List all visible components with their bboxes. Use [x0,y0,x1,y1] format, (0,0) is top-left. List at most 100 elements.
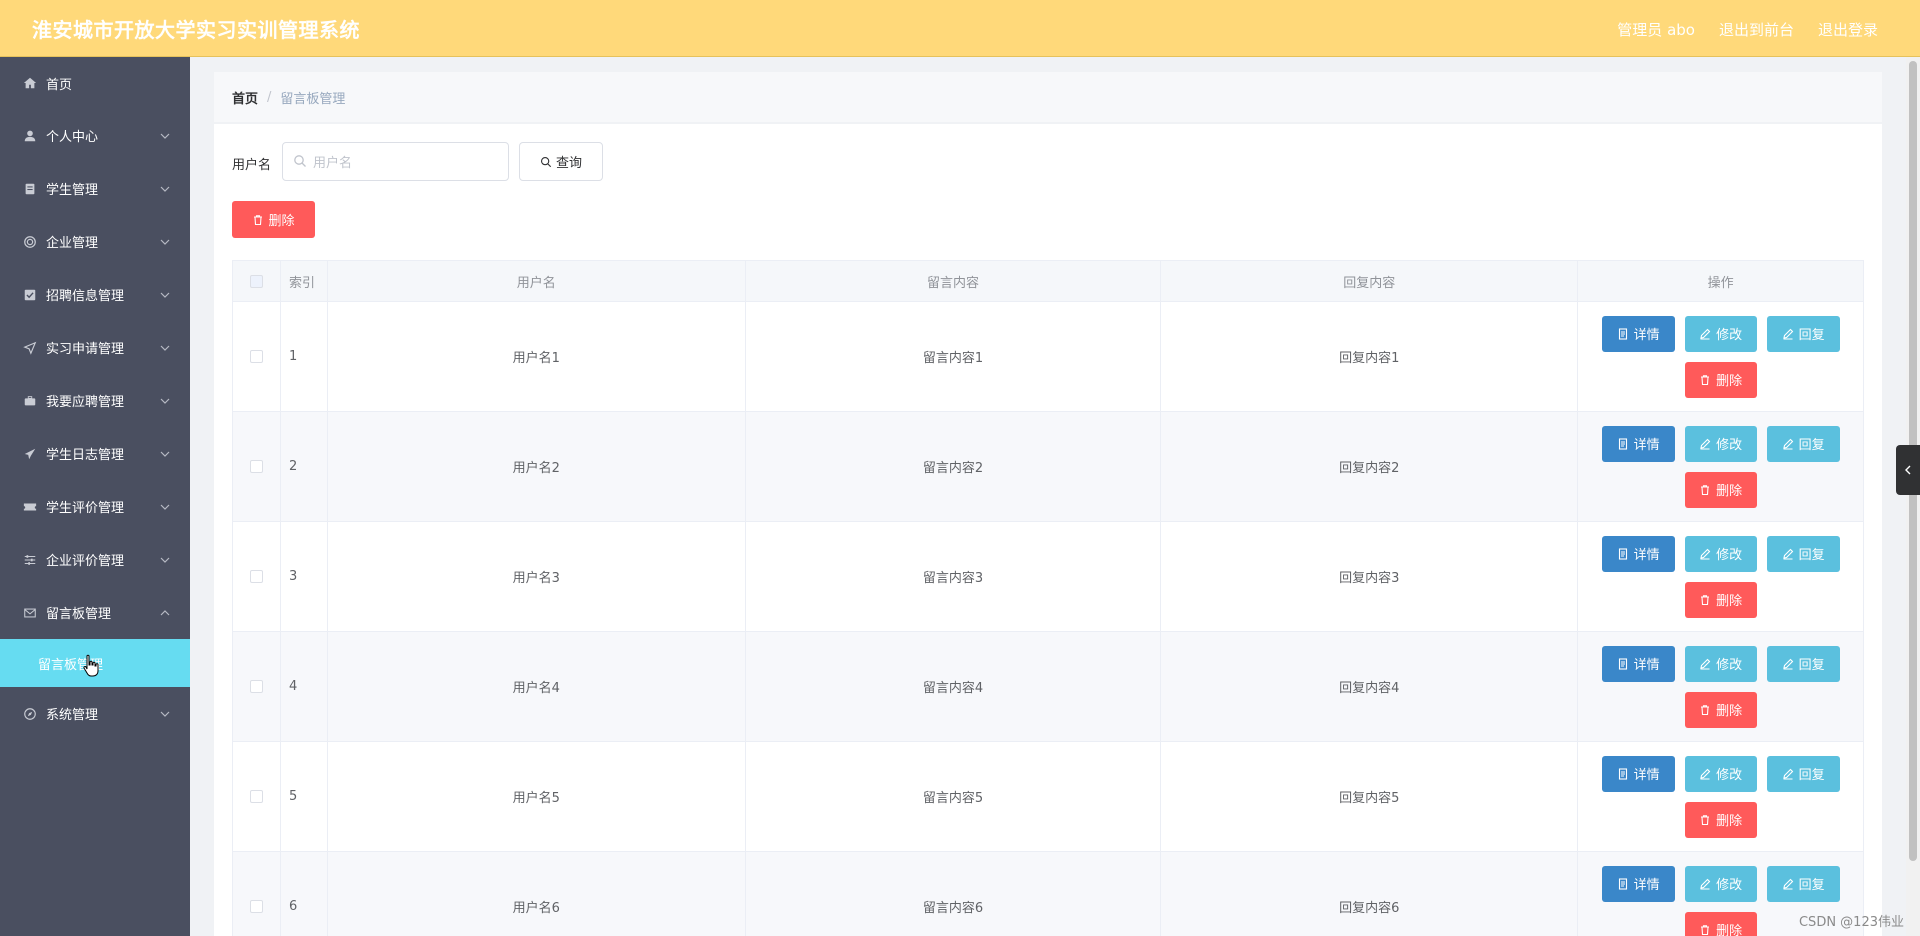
pencil-icon [1700,878,1711,890]
detail-button[interactable]: 详情 [1601,535,1675,572]
sidebar-item-company-mgmt[interactable]: 企业管理 [0,215,190,268]
row-content: 留言内容6 [746,852,1162,936]
reply-button[interactable]: 回复 [1766,425,1840,462]
trash-icon [1701,814,1710,825]
batch-delete-button[interactable]: 删除 [232,201,315,238]
document-icon [1618,767,1627,780]
sidebar-item-label: 学生日志管理 [46,448,125,463]
edit-label: 修改 [1716,548,1743,563]
edit-label: 修改 [1716,768,1743,783]
edit-button[interactable]: 修改 [1684,535,1757,572]
sidebar-item-system-mgmt[interactable]: 系统管理 [0,687,190,740]
delete-button[interactable]: 删除 [1684,471,1757,508]
row-index: 6 [281,852,328,936]
chevron-down-icon [160,555,170,565]
row-checkbox[interactable] [249,350,263,363]
delete-label: 删除 [1716,484,1743,499]
suitcase-icon [22,393,38,409]
edit-button[interactable]: 修改 [1684,425,1757,462]
detail-button[interactable]: 详情 [1601,425,1675,462]
row-content: 留言内容4 [746,632,1162,741]
reply-button[interactable]: 回复 [1766,535,1840,572]
edit-label: 修改 [1716,328,1743,343]
app-title: 淮安城市开放大学实习实训管理系统 [32,18,360,42]
home-icon [22,75,38,91]
sidebar-item-apply-job-mgmt[interactable]: 我要应聘管理 [0,374,190,427]
row-content: 留言内容2 [746,412,1162,521]
sidebar-item-recruit-info-mgmt[interactable]: 招聘信息管理 [0,268,190,321]
detail-button[interactable]: 详情 [1601,865,1675,902]
message-table: 索引 用户名 留言内容 回复内容 操作 1 用户名1 留言内容1 回复内容1 详… [232,260,1864,936]
row-content: 留言内容5 [746,742,1162,851]
watermark: CSDN @123伟业 [1798,915,1904,930]
sidebar-item-personal-center[interactable]: 个人中心 [0,109,190,162]
row-index: 3 [281,522,328,631]
exit-to-front-link[interactable]: 退出到前台 [1719,19,1794,40]
page-scrollbar[interactable] [1906,57,1920,936]
username-search-input[interactable]: 用户名 [282,142,509,181]
sidebar-item-label: 招聘信息管理 [46,289,125,304]
row-content: 留言内容1 [746,302,1162,411]
row-index: 4 [281,632,328,741]
breadcrumb-home[interactable]: 首页 [232,88,258,107]
sidebar: 首页 个人中心 学生管理 企业管理 招聘信息管理 实习申请管理 我要应聘管理 学… [0,57,190,936]
detail-label: 详情 [1633,548,1660,563]
row-checkbox[interactable] [249,570,263,583]
row-checkbox[interactable] [249,900,263,913]
search-icon [540,156,552,167]
sidebar-item-intern-apply-mgmt[interactable]: 实习申请管理 [0,321,190,374]
delete-button[interactable]: 删除 [1684,691,1757,728]
row-checkbox[interactable] [249,790,263,803]
select-all-checkbox[interactable] [249,274,263,288]
row-checkbox[interactable] [249,680,263,693]
detail-button[interactable]: 详情 [1601,645,1675,682]
reply-button[interactable]: 回复 [1766,865,1840,902]
sliders-icon [22,552,38,568]
row-checkbox[interactable] [249,460,263,473]
edit-label: 修改 [1716,438,1743,453]
pencil-icon [1782,878,1793,890]
logout-link[interactable]: 退出登录 [1818,19,1878,40]
sidebar-item-student-log-mgmt[interactable]: 学生日志管理 [0,427,190,480]
table-row: 2 用户名2 留言内容2 回复内容2 详情 修改 回复 删除 [233,412,1864,522]
sidebar-item-student-mgmt[interactable]: 学生管理 [0,162,190,215]
delete-button[interactable]: 删除 [1684,581,1757,618]
document-icon [1618,437,1627,450]
trash-icon [254,214,263,225]
delete-button[interactable]: 删除 [1684,911,1757,936]
delete-button[interactable]: 删除 [1684,361,1757,398]
delete-label: 删除 [1716,594,1743,609]
document-icon [1618,657,1627,670]
reply-button[interactable]: 回复 [1766,645,1840,682]
sidebar-item-label: 留言板管理 [46,607,112,622]
compass-icon [22,706,38,722]
sidebar-item-label: 企业管理 [46,236,99,251]
sidebar-item-message-board-mgmt[interactable]: 留言板管理 [0,586,190,639]
username-search-label: 用户名 [232,158,272,173]
row-actions: 详情 修改 回复 删除 [1578,522,1864,631]
reply-button[interactable]: 回复 [1766,315,1840,352]
detail-button[interactable]: 详情 [1601,315,1675,352]
row-actions: 详情 修改 回复 删除 [1578,632,1864,741]
edit-button[interactable]: 修改 [1684,645,1757,682]
edit-button[interactable]: 修改 [1684,865,1757,902]
edit-button[interactable]: 修改 [1684,755,1757,792]
sidebar-item-home[interactable]: 首页 [0,57,190,109]
sidebar-item-student-eval-mgmt[interactable]: 学生评价管理 [0,480,190,533]
pencil-icon [1700,658,1711,670]
chevron-up-icon [160,608,170,618]
delete-button[interactable]: 删除 [1684,801,1757,838]
sidebar-item-company-eval-mgmt[interactable]: 企业评价管理 [0,533,190,586]
query-button[interactable]: 查询 [519,142,603,181]
row-reply: 回复内容3 [1161,522,1579,631]
detail-button[interactable]: 详情 [1601,755,1675,792]
trash-icon [1701,704,1710,715]
collapse-panel-button[interactable] [1896,445,1920,495]
col-reply-header: 回复内容 [1161,261,1579,301]
row-reply: 回复内容2 [1161,412,1579,521]
pencil-icon [1700,768,1711,780]
col-ops-header: 操作 [1578,261,1864,301]
reply-button[interactable]: 回复 [1766,755,1840,792]
edit-button[interactable]: 修改 [1684,315,1757,352]
col-username-header: 用户名 [328,261,746,301]
